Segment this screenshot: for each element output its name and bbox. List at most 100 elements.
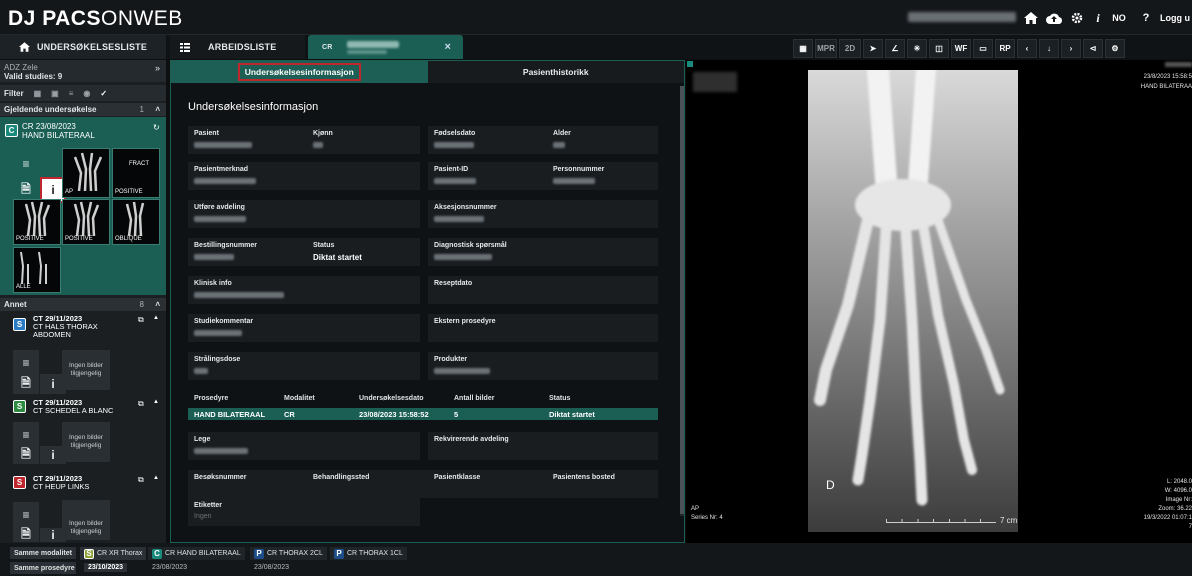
2d-button[interactable]: 2D [839, 39, 861, 58]
open-external-icon[interactable]: ⧉ [138, 315, 144, 325]
chevron-up-icon[interactable]: ▲ [153, 399, 159, 405]
study-badge: P [254, 548, 264, 559]
related-study-button[interactable]: P CR THORAX 2CL [250, 547, 327, 560]
section-title: Undersøkelsesinformasjon [188, 101, 319, 113]
document-icon[interactable]: 🗎 [13, 446, 39, 464]
field-label: Rekvirerende avdeling [434, 436, 509, 443]
app-logo: DJ PACSONWEB [8, 7, 183, 30]
study-badge: P [334, 548, 344, 559]
cloud-upload-icon[interactable] [1046, 10, 1062, 26]
image-thumbnail[interactable]: AP [62, 148, 110, 198]
current-section-header[interactable]: Gjeldende undersøkelse 1 ˄ [0, 103, 166, 116]
all-images-thumbnail[interactable]: ALLE [13, 247, 61, 293]
wf-button[interactable]: WF [951, 39, 971, 58]
field-row: Produkter [428, 352, 658, 380]
logout-button[interactable]: Logg u [1160, 10, 1192, 26]
report-list-icon[interactable]: ≡ [13, 350, 39, 376]
share-icon[interactable]: ⊲ [1083, 39, 1103, 58]
study-badge: C [152, 548, 162, 559]
filter-check-icon[interactable]: ✓ [100, 89, 107, 98]
current-section-label: Gjeldende undersøkelse [4, 105, 97, 114]
sort-icon[interactable]: ↓ [1039, 39, 1059, 58]
document-icon[interactable]: 🗎 [13, 374, 39, 394]
column-header: Antall bilder [454, 395, 495, 402]
other-section-header[interactable]: Annet 8 ˄ [0, 298, 166, 311]
image-number-overlay: Image Nr: [1165, 497, 1192, 503]
field-label: Klinisk info [194, 280, 232, 287]
study-info: CT 29/11/2023 CT SCHEDEL A BLANC [33, 399, 113, 415]
report-list-icon[interactable]: ≡ [13, 151, 39, 177]
filter-list-icon[interactable]: ≡ [69, 89, 74, 98]
user-email[interactable] [908, 12, 1016, 22]
open-external-icon[interactable]: ⧉ [138, 475, 144, 485]
study-info: CT 29/11/2023 CT HEUP LINKS [33, 475, 89, 491]
tab-study-info-label: Undersøkelsesinformasjon [237, 63, 361, 81]
window-level-icon[interactable]: ✳ [907, 39, 927, 58]
split-view-icon[interactable]: ◫ [929, 39, 949, 58]
info-icon[interactable]: i [1094, 10, 1102, 26]
open-external-icon[interactable]: ⧉ [138, 399, 144, 409]
monitor-icon[interactable]: ▭ [973, 39, 993, 58]
image-thumbnail[interactable]: POSITIVE [13, 199, 61, 245]
field-row: Ekstern prosedyre [428, 314, 658, 342]
field-label: Produkter [434, 356, 468, 363]
home-icon[interactable] [1024, 10, 1038, 26]
no-images-tile: Ingen bilder tilgjengelig [62, 422, 110, 462]
other-study-card[interactable]: S CT 29/11/2023 CT HEUP LINKS ⧉ ▲ ≡ 🗎 i … [0, 472, 166, 542]
language-button[interactable]: NO [1112, 10, 1126, 26]
field-label: Ekstern prosedyre [434, 318, 496, 325]
image-thumbnail[interactable]: POSITIVE [62, 199, 110, 245]
rp-button[interactable]: RP [995, 39, 1015, 58]
field-row: Strålingsdose [188, 352, 420, 380]
field-row: Pasient Kjønn [188, 126, 420, 154]
same-modality-button[interactable]: Samme modalitet [10, 547, 76, 559]
related-study-button[interactable]: P CR THORAX 1CL [330, 547, 407, 560]
other-study-card[interactable]: S CT 29/11/2023 CT HALS THORAX ABDOMEN ⧉… [0, 312, 166, 394]
chevron-up-icon[interactable]: ▲ [153, 315, 159, 321]
tab-patient-history[interactable]: Pasienthistorikk [427, 61, 684, 83]
related-study-button[interactable]: C CR HAND BILATERAAL [148, 547, 245, 560]
ruler-icon[interactable]: ∠ [885, 39, 905, 58]
scrollbar-thumb[interactable] [680, 86, 684, 514]
chevron-up-icon[interactable]: ▲ [153, 475, 159, 481]
mpr-button[interactable]: MPR [815, 39, 837, 58]
image-thumbnail[interactable]: FRACT POSITIVE [112, 148, 160, 198]
current-study-card[interactable]: C CR 23/08/2023 HAND BILATERAAL ↻ ≡ 🗎 i … [0, 117, 166, 295]
pointer-icon[interactable]: ➤ [863, 39, 883, 58]
same-procedure-button[interactable]: Samme prosedyre [10, 562, 76, 574]
tab-study-info[interactable]: Undersøkelsesinformasjon [171, 61, 428, 83]
chevron-right-icon[interactable]: › [1061, 39, 1081, 58]
image-thumbnail[interactable]: OBLIQUE [112, 199, 160, 245]
filter-calendar-icon[interactable]: ▣ [51, 89, 59, 98]
procedure-row[interactable]: HAND BILATERAAL CR 23/08/2023 15:58:52 5… [188, 408, 658, 420]
gear-icon[interactable] [1070, 10, 1083, 26]
tools-icon[interactable]: ⚙ [1105, 39, 1125, 58]
sync-icon[interactable]: ↻ [153, 123, 160, 132]
table-cell: 23/08/2023 15:58:52 [359, 409, 429, 419]
close-tab-icon[interactable]: × [445, 41, 452, 53]
related-study-button[interactable]: S CR XR Thorax [80, 547, 147, 560]
filter-grid-icon[interactable]: ▦ [34, 89, 42, 98]
other-study-card[interactable]: S CT 29/11/2023 CT SCHEDEL A BLANC ⧉ ▲ ≡… [0, 396, 166, 464]
field-row: Aksesjonsnummer [428, 200, 658, 228]
thumb-label: OBLIQUE [115, 236, 142, 242]
current-study-desc: HAND BILATERAAL [22, 131, 95, 140]
table-cell: CR [284, 409, 295, 419]
document-icon[interactable]: 🗎 [13, 527, 39, 542]
field-row: Besøksnummer Behandlingssted Pasientklas… [188, 470, 658, 498]
zone-label: ADZ Zele [4, 63, 38, 72]
tab-study-list[interactable]: UNDERSØKELSESLISTE [0, 35, 166, 59]
collapse-sidebar-icon[interactable]: » [155, 63, 160, 73]
grid-layout-icon[interactable]: ▦ [793, 39, 813, 58]
help-button[interactable]: ? [1142, 10, 1150, 26]
related-study-name: CR HAND BILATERAAL [165, 550, 241, 557]
tab-patient-study[interactable]: CR × [308, 35, 463, 59]
field-label: Bestillingsnummer [194, 242, 258, 249]
slice-overlay: 7 [1188, 524, 1192, 530]
thumb-label: POSITIVE [65, 236, 93, 242]
tab-worklist-label: ARBEIDSLISTE [208, 42, 277, 52]
filter-eye-icon[interactable]: ◉ [83, 89, 90, 98]
chevron-left-icon[interactable]: ‹ [1017, 39, 1037, 58]
valid-studies-label: Valid studies: 9 [4, 72, 63, 81]
tab-worklist[interactable]: ARBEIDSLISTE [170, 35, 305, 59]
